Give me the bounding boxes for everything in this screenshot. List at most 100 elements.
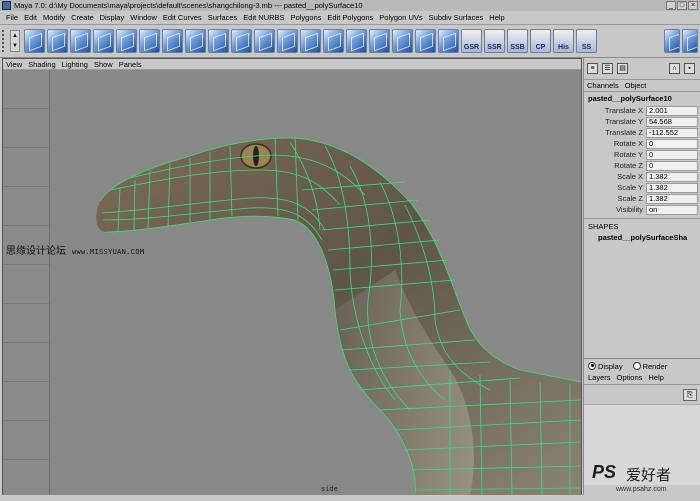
close-button[interactable]: × xyxy=(688,1,698,10)
layer-mode-radios: Display Render xyxy=(584,359,700,373)
menu-edit-polygons[interactable]: Edit Polygons xyxy=(324,13,376,22)
layer-toolbar: ⎘ xyxy=(584,385,700,405)
vp-menu-show[interactable]: Show xyxy=(91,60,116,69)
vp-menu-panels[interactable]: Panels xyxy=(116,60,145,69)
translate-z-field[interactable]: -112.552 xyxy=(646,127,698,138)
window-titlebar: Maya 7.0: d:\My Documents\maya\projects\… xyxy=(0,0,700,11)
attr-row-rotate-y: Rotate Y0 xyxy=(584,149,700,160)
render-radio[interactable]: Render xyxy=(632,361,667,371)
smooth-icon[interactable] xyxy=(185,29,206,53)
render-view-icon[interactable] xyxy=(682,29,698,53)
layer-menu-layers[interactable]: Layers xyxy=(588,373,611,384)
menu-edit[interactable]: Edit xyxy=(21,13,40,22)
translate-y-field[interactable]: 54.568 xyxy=(646,116,698,127)
forum-watermark: 思缘设计论坛 www.MISSYUAN.COM xyxy=(6,242,144,257)
dinosaur-model xyxy=(96,135,581,495)
merge-vertices-icon[interactable] xyxy=(300,29,321,53)
channel-box-tabs: Channels Object xyxy=(584,80,700,92)
menu-file[interactable]: File xyxy=(3,13,21,22)
append-polygon-icon[interactable] xyxy=(346,29,367,53)
subdivide-icon[interactable] xyxy=(438,29,459,53)
sculpt-polygons-icon[interactable] xyxy=(415,29,436,53)
maximize-button[interactable]: □ xyxy=(677,1,687,10)
poly-sphere-icon[interactable] xyxy=(93,29,114,53)
tab-object[interactable]: Object xyxy=(625,81,647,90)
scale-z-field[interactable]: 1.382 xyxy=(646,193,698,204)
cut-faces-icon[interactable] xyxy=(323,29,344,53)
extract-icon[interactable] xyxy=(162,29,183,53)
channel-box-toolbar: ≡ ☰ ▤ ∩ ▪ xyxy=(584,58,700,80)
menu-modify[interactable]: Modify xyxy=(40,13,68,22)
shelf-scroll-arrows[interactable]: ▲ ▼ xyxy=(10,30,20,52)
watermark-url: www.MISSYUAN.COM xyxy=(72,248,145,256)
ss-tool-button[interactable]: SS xyxy=(576,29,597,53)
viewport-canvas[interactable]: side xyxy=(50,70,581,495)
layer-menu-help[interactable]: Help xyxy=(648,373,663,384)
display-radio[interactable]: Display xyxy=(588,361,623,371)
new-layer-icon[interactable]: ⎘ xyxy=(683,389,697,401)
rotate-x-field[interactable]: 0 xyxy=(646,138,698,149)
menu-window[interactable]: Window xyxy=(127,13,160,22)
menu-surfaces[interactable]: Surfaces xyxy=(205,13,241,22)
ssb-tool-button[interactable]: SSB xyxy=(507,29,528,53)
logo-ps-text: PS xyxy=(592,462,617,482)
extrude-face-icon[interactable] xyxy=(208,29,229,53)
radio-empty-icon xyxy=(632,361,641,370)
poly-cube-icon[interactable] xyxy=(24,29,45,53)
tool-settings-icon[interactable]: ▤ xyxy=(617,63,628,74)
scale-y-field[interactable]: 1.382 xyxy=(646,182,698,193)
split-polygon-icon[interactable] xyxy=(254,29,275,53)
attr-row-scale-x: Scale X 1.382 xyxy=(584,171,700,182)
lock-icon[interactable]: ▪ xyxy=(684,63,695,74)
menu-help[interactable]: Help xyxy=(486,13,507,22)
poly-cylinder-icon[interactable] xyxy=(70,29,91,53)
render-settings-icon[interactable] xyxy=(664,29,680,53)
attr-row-rotate-z: Rotate Z0 xyxy=(584,160,700,171)
delete-edge-icon[interactable] xyxy=(277,29,298,53)
menu-edit-nurbs[interactable]: Edit NURBS xyxy=(240,13,287,22)
vp-menu-lighting[interactable]: Lighting xyxy=(59,60,91,69)
menu-create[interactable]: Create xyxy=(68,13,97,22)
radio-selected-icon xyxy=(588,361,596,370)
combine-icon[interactable] xyxy=(116,29,137,53)
scale-x-field[interactable]: 1.382 xyxy=(646,171,698,182)
extrude-edge-icon[interactable] xyxy=(231,29,252,53)
menu-edit-curves[interactable]: Edit Curves xyxy=(160,13,205,22)
menu-polygons[interactable]: Polygons xyxy=(288,13,325,22)
menu-polygon-uvs[interactable]: Polygon UVs xyxy=(376,13,425,22)
attr-row-scale-y: Scale Y 1.382 xyxy=(584,182,700,193)
channel-box-icon[interactable]: ≡ xyxy=(587,63,598,74)
camera-label: side xyxy=(321,485,338,493)
image-plane-strip xyxy=(3,70,50,495)
tab-channels[interactable]: Channels xyxy=(587,81,619,90)
shape-node-name[interactable]: pasted__polySurfaceSha xyxy=(584,233,700,242)
separate-icon[interactable] xyxy=(139,29,160,53)
wedge-faces-icon[interactable] xyxy=(369,29,390,53)
tool-shelf: ▲ ▼ GSR SSR SSB CP His SS xyxy=(0,26,700,58)
minimize-button[interactable]: _ xyxy=(666,1,676,10)
cp-tool-button[interactable]: CP xyxy=(530,29,551,53)
rotate-y-field[interactable]: 0 xyxy=(646,149,698,160)
layer-menu-options[interactable]: Options xyxy=(617,373,643,384)
menu-display[interactable]: Display xyxy=(97,13,128,22)
menu-subdiv-surfaces[interactable]: Subdiv Surfaces xyxy=(426,13,487,22)
viewport-menubar: View Shading Lighting Show Panels xyxy=(3,59,581,70)
logo-url: www.psahz.com xyxy=(616,486,667,493)
bevel-icon[interactable] xyxy=(392,29,413,53)
shelf-grip-handle[interactable] xyxy=(2,30,6,52)
magnet-icon[interactable]: ∩ xyxy=(669,63,680,74)
gsr-tool-button[interactable]: GSR xyxy=(461,29,482,53)
rotate-z-field[interactable]: 0 xyxy=(646,160,698,171)
channel-box-panel: ≡ ☰ ▤ ∩ ▪ Channels Object pasted__polySu… xyxy=(583,58,700,495)
visibility-field[interactable]: on xyxy=(646,204,698,215)
selected-object-name: pasted__polySurface10 xyxy=(588,94,672,103)
translate-x-field[interactable]: 2.001 xyxy=(646,105,698,116)
poly-plane-icon[interactable] xyxy=(47,29,68,53)
side-viewport[interactable]: View Shading Lighting Show Panels side xyxy=(2,58,582,495)
ssr-tool-button[interactable]: SSR xyxy=(484,29,505,53)
history-tool-button[interactable]: His xyxy=(553,29,574,53)
vp-menu-view[interactable]: View xyxy=(3,60,25,69)
attribute-editor-icon[interactable]: ☰ xyxy=(602,63,613,74)
shelf-tools: GSR SSR SSB CP His SS xyxy=(24,29,597,53)
vp-menu-shading[interactable]: Shading xyxy=(25,60,59,69)
